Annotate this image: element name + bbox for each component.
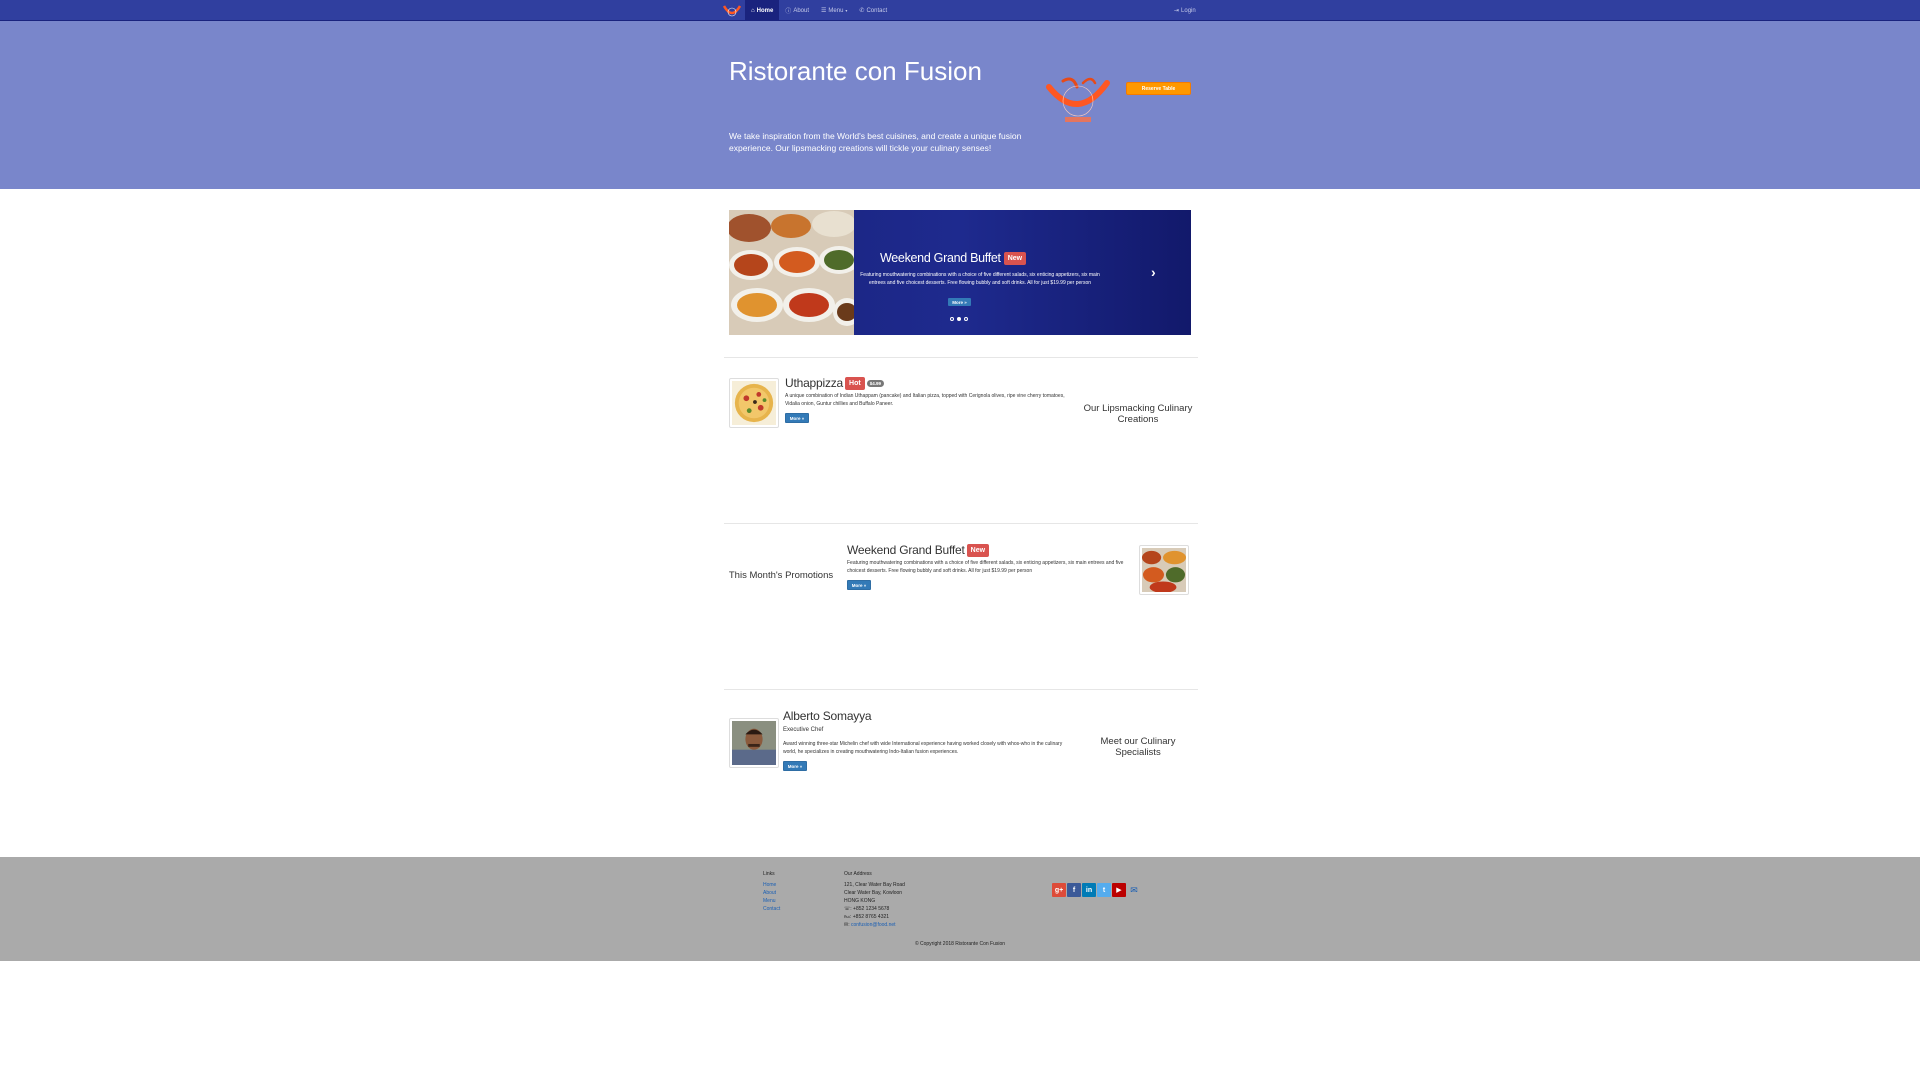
page-title: Ristorante con Fusion bbox=[729, 56, 982, 86]
carousel-indicator[interactable] bbox=[950, 317, 954, 321]
nav-item-label: Contact bbox=[866, 7, 888, 14]
leader-designation: Executive Chef bbox=[783, 727, 824, 733]
nav-item-about[interactable]: ⓘ About bbox=[779, 0, 815, 21]
dish-section-heading: Our Lipsmacking Culinary Creations bbox=[1083, 403, 1193, 425]
leader-description: Award winning three-star Michelin chef w… bbox=[783, 741, 1063, 755]
google-plus-icon[interactable]: g+ bbox=[1052, 883, 1066, 897]
footer-link-menu[interactable]: Menu bbox=[763, 897, 780, 905]
chef-avatar bbox=[729, 718, 779, 768]
jumbotron-text: We take inspiration from the World's bes… bbox=[729, 131, 1022, 153]
chevron-right-icon[interactable]: › bbox=[1151, 264, 1156, 280]
address-line: Clear Water Bay, Kowloon bbox=[844, 890, 903, 896]
carousel-indicators bbox=[950, 317, 968, 321]
nav-item-label: Home bbox=[756, 7, 774, 14]
address-card-icon: ✆ bbox=[859, 8, 865, 14]
footer-link-about[interactable]: About bbox=[763, 889, 780, 897]
list-icon: ☰ bbox=[821, 8, 827, 14]
dish-more-button[interactable]: More » bbox=[785, 413, 809, 423]
jumbotron: Ristorante con Fusion We take inspiratio… bbox=[0, 21, 1920, 189]
new-badge: New bbox=[1003, 251, 1027, 265]
nav-item-label: About bbox=[793, 7, 809, 14]
carousel-heading: Weekend Grand Buffet New bbox=[880, 251, 1027, 265]
email-prefix: ✉: bbox=[844, 922, 851, 928]
dish-description: A unique combination of Indian Uthappam … bbox=[785, 393, 1065, 407]
divider bbox=[724, 523, 1198, 524]
reserve-table-button[interactable]: Reserve Table bbox=[1126, 82, 1191, 95]
divider bbox=[724, 689, 1198, 690]
promotion-section-heading: This Month's Promotions bbox=[728, 570, 834, 581]
copyright: © Copyright 2018 Ristorante Con Fusion bbox=[914, 941, 1006, 947]
youtube-icon[interactable]: ▶ bbox=[1112, 883, 1126, 897]
navbar: ⌂ Home ⓘ About ☰ Menu ▾ ✆ Contact ⇥ Logi… bbox=[0, 0, 1920, 21]
nav-item-home[interactable]: ⌂ Home bbox=[745, 0, 780, 21]
carousel-title: Weekend Grand Buffet bbox=[880, 251, 1001, 265]
email-link[interactable]: confusion@food.net bbox=[851, 922, 896, 928]
nav-item-contact[interactable]: ✆ Contact bbox=[853, 0, 893, 21]
nav-item-menu[interactable]: ☰ Menu ▾ bbox=[815, 0, 853, 21]
footer-links-heading: Links bbox=[763, 871, 775, 877]
new-badge: New bbox=[966, 543, 990, 557]
leader-more-button[interactable]: More » bbox=[783, 761, 807, 771]
promotion-more-button[interactable]: More » bbox=[847, 580, 871, 590]
dish-heading: Uthappizza Hot $4.99 bbox=[785, 376, 884, 390]
restaurant-logo-image bbox=[1046, 77, 1110, 122]
footer-link-contact[interactable]: Contact bbox=[763, 905, 780, 913]
promotion-heading: Weekend Grand Buffet New bbox=[847, 543, 990, 557]
leader-section-heading: Meet our Culinary Specialists bbox=[1100, 736, 1176, 758]
divider bbox=[724, 357, 1198, 358]
carousel-more-button[interactable]: More » bbox=[948, 298, 971, 306]
footer-address: 121, Clear Water Bay Road Clear Water Ba… bbox=[844, 881, 905, 929]
login-link[interactable]: ⇥ Login bbox=[1174, 0, 1196, 21]
promotion-title: Weekend Grand Buffet bbox=[847, 543, 965, 557]
footer: Links Home About Menu Contact Our Addres… bbox=[0, 857, 1920, 961]
phone-number: ☏: +852 1234 5678 bbox=[844, 906, 890, 912]
carousel: Weekend Grand Buffet New Featuring mouth… bbox=[729, 210, 1191, 335]
buffet-thumbnail bbox=[1139, 545, 1189, 595]
uthappizza-image bbox=[729, 378, 779, 428]
promotion-description: Featuring mouthwatering combinations wit… bbox=[847, 560, 1124, 574]
twitter-icon[interactable]: t bbox=[1097, 883, 1111, 897]
nav-item-label: Menu bbox=[828, 7, 844, 14]
price-badge: $4.99 bbox=[866, 379, 884, 387]
carousel-indicator[interactable] bbox=[964, 317, 968, 321]
leader-name: Alberto Somayya bbox=[783, 709, 872, 723]
carousel-indicator[interactable] bbox=[957, 317, 961, 321]
facebook-icon[interactable]: f bbox=[1067, 883, 1081, 897]
linkedin-icon[interactable]: in bbox=[1082, 883, 1096, 897]
hot-badge: Hot bbox=[845, 376, 865, 390]
info-icon: ⓘ bbox=[785, 9, 792, 15]
fax-number: ℻: +852 8765 4321 bbox=[844, 914, 890, 920]
caret-down-icon: ▾ bbox=[845, 8, 848, 13]
address-line: HONG KONG bbox=[844, 898, 876, 904]
buffet-image bbox=[729, 210, 854, 335]
envelope-icon[interactable]: ✉ bbox=[1127, 883, 1141, 897]
restaurant-logo-icon[interactable] bbox=[722, 2, 742, 19]
social-buttons: g+ f in t ▶ ✉ bbox=[1052, 883, 1141, 897]
footer-address-heading: Our Address bbox=[844, 871, 872, 877]
footer-link-home[interactable]: Home bbox=[763, 881, 780, 889]
sign-in-icon: ⇥ bbox=[1174, 8, 1180, 14]
email-line: ✉: confusion@food.net bbox=[844, 921, 905, 929]
home-icon: ⌂ bbox=[751, 7, 755, 14]
address-line: 121, Clear Water Bay Road bbox=[844, 882, 905, 888]
footer-links: Home About Menu Contact bbox=[763, 881, 780, 913]
login-label: Login bbox=[1181, 7, 1196, 14]
carousel-description: Featuring mouthwatering combinations wit… bbox=[860, 272, 1100, 286]
dish-title: Uthappizza bbox=[785, 376, 844, 390]
nav-links: ⌂ Home ⓘ About ☰ Menu ▾ ✆ Contact bbox=[745, 0, 893, 21]
